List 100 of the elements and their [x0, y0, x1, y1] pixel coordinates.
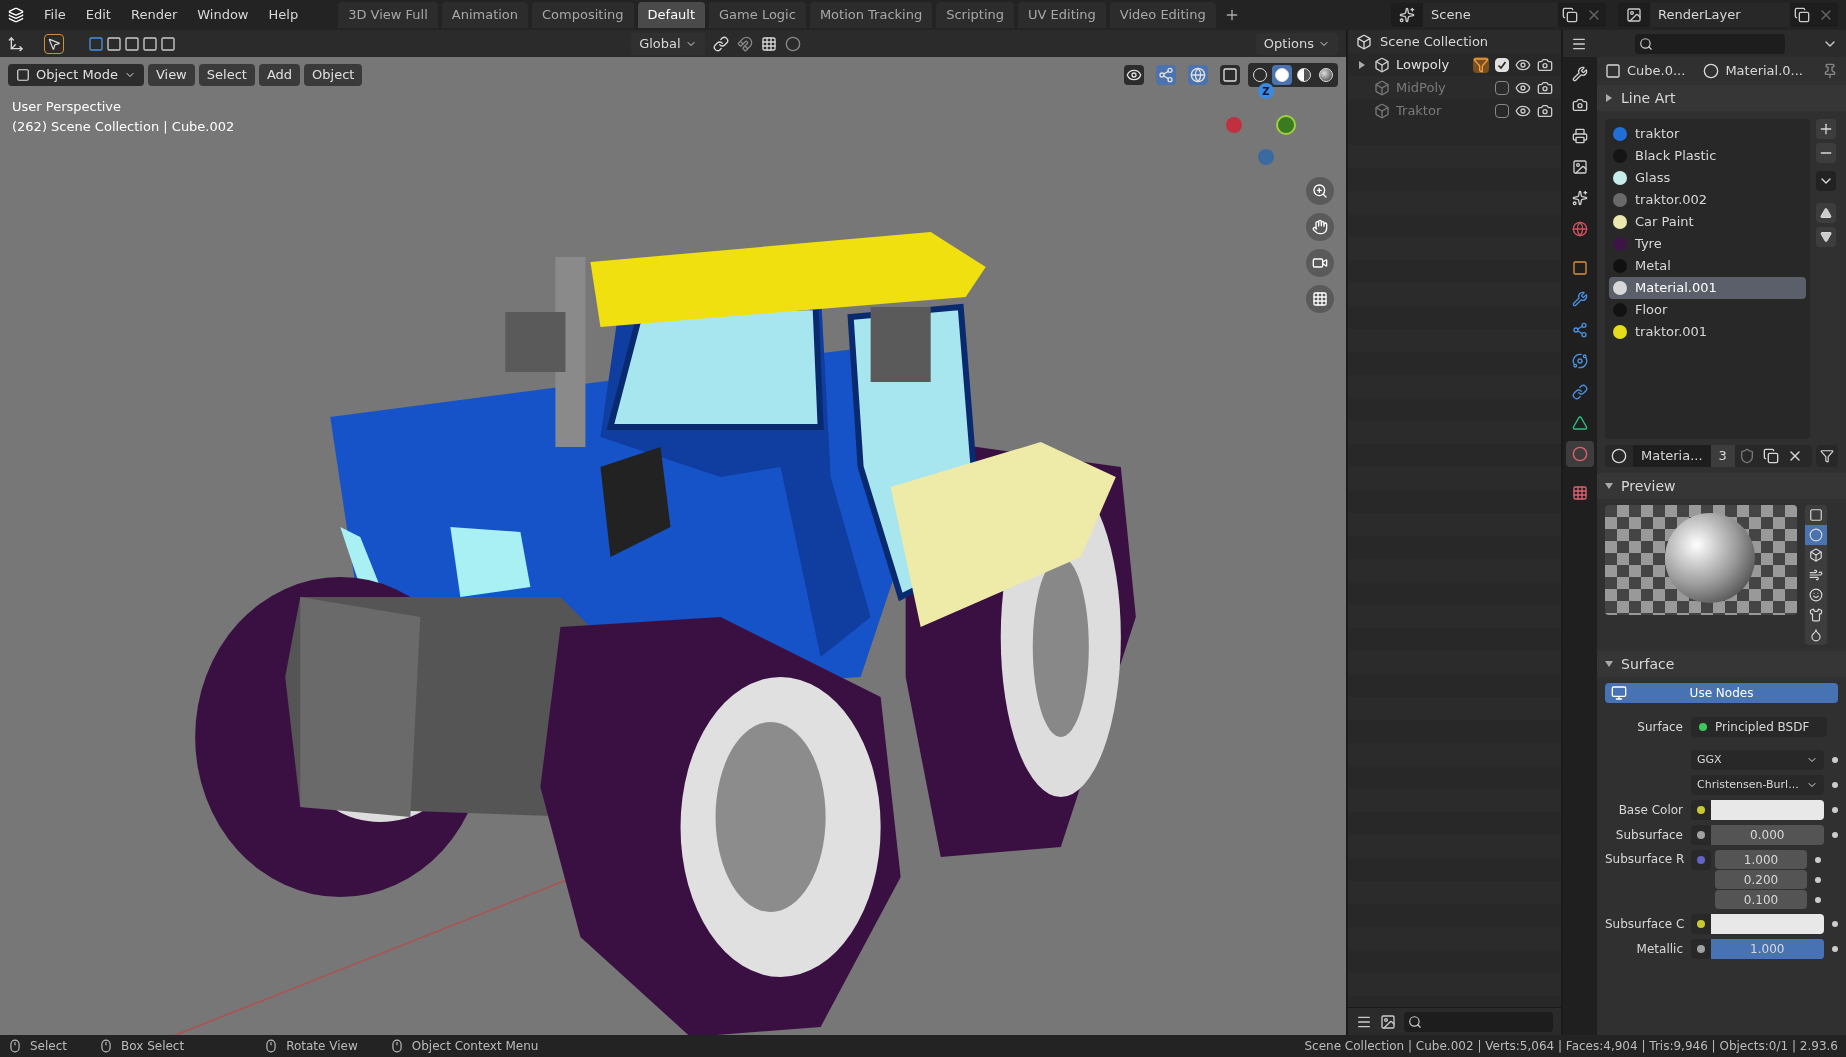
add-icon[interactable] [1816, 119, 1836, 139]
dropdown[interactable]: GGX [1691, 750, 1824, 770]
options-dropdown[interactable]: Options [1255, 32, 1338, 55]
y-axis-gizmo[interactable] [1276, 115, 1296, 135]
exclude-checkbox[interactable] [1495, 103, 1509, 118]
collection-name[interactable]: Scene Collection [1380, 31, 1489, 52]
material-item[interactable]: traktor [1609, 123, 1806, 145]
navigation-button[interactable] [1306, 213, 1334, 241]
material-item[interactable]: Material.001 [1609, 277, 1806, 299]
workspace-tab[interactable]: Game Logic [709, 2, 806, 28]
transform-icon[interactable] [8, 35, 24, 52]
material-item[interactable]: traktor.002 [1609, 189, 1806, 211]
navigation-button[interactable] [1306, 285, 1334, 313]
disclosure-icon[interactable] [1358, 60, 1366, 69]
camera-icon[interactable] [1537, 102, 1553, 119]
caret-icon[interactable] [1816, 171, 1836, 191]
material-item[interactable]: Metal [1609, 255, 1806, 277]
workspace-tab[interactable]: Default [637, 2, 706, 28]
move-up-icon[interactable] [1816, 203, 1836, 223]
material-name: Material.0... [1725, 62, 1803, 81]
color-swatch[interactable] [1710, 914, 1824, 934]
view-menu-item[interactable]: Object [304, 64, 363, 86]
view-menu-item[interactable]: Select [198, 64, 255, 86]
menu-item[interactable]: Window [189, 3, 257, 27]
select-tool-icon[interactable] [44, 33, 64, 54]
xray-icon[interactable] [1220, 65, 1240, 85]
panel-header[interactable]: Line Art [1597, 85, 1846, 111]
workspace-tab[interactable]: Compositing [532, 2, 634, 28]
menu-item[interactable]: File [36, 3, 74, 27]
view-menu-item[interactable]: View [147, 64, 195, 86]
material-item[interactable]: Car Paint [1609, 211, 1806, 233]
exclude-checkbox[interactable] [1495, 80, 1509, 95]
scene-selector[interactable]: Scene [1391, 3, 1606, 27]
remove-icon[interactable] [1816, 143, 1836, 163]
workspace-tab[interactable]: Scripting [936, 2, 1014, 28]
material-item[interactable]: Black Plastic [1609, 145, 1806, 167]
workspace-tab[interactable]: 3D View Full [338, 2, 438, 28]
material-item[interactable]: traktor.001 [1609, 321, 1806, 343]
select-mode-icon[interactable] [124, 35, 140, 52]
search-field[interactable] [1635, 33, 1785, 54]
move-down-icon[interactable] [1816, 227, 1836, 247]
workspace-tab[interactable]: Motion Tracking [809, 2, 933, 28]
material-item[interactable]: Tyre [1609, 233, 1806, 255]
visibility-icon[interactable] [1124, 65, 1144, 85]
fake-user-icon[interactable] [1738, 448, 1755, 464]
shader-field[interactable]: Principled BSDF [1691, 717, 1827, 737]
disclosure-icon[interactable] [1605, 94, 1613, 102]
snap-target-icon[interactable] [760, 35, 777, 52]
filter-icon[interactable] [1816, 445, 1838, 467]
duplicate-icon[interactable] [1762, 448, 1779, 464]
panel-header[interactable]: Preview [1597, 473, 1846, 499]
number-field[interactable]: 0.000 [1710, 825, 1824, 845]
use-nodes-button[interactable]: Use Nodes [1605, 683, 1838, 703]
menu-item[interactable]: Help [260, 3, 307, 27]
z-axis-gizmo[interactable]: Z [1258, 83, 1274, 99]
proportional-icon[interactable] [784, 35, 801, 52]
navigation-button[interactable] [1306, 249, 1334, 277]
shading-mode-button[interactable] [1272, 65, 1292, 85]
face-icon [1809, 588, 1823, 602]
menu-item[interactable]: Render [122, 3, 186, 27]
workspace-tab[interactable]: Video Editing [1109, 2, 1216, 28]
select-mode-icon[interactable] [142, 35, 158, 52]
collection-icon [1374, 56, 1390, 73]
material-item[interactable]: Floor [1609, 299, 1806, 321]
status-hint: Select [30, 1038, 68, 1055]
user-count: 3 [1710, 445, 1735, 467]
search-field[interactable] [1404, 1011, 1553, 1032]
menu-item[interactable]: Edit [77, 3, 119, 27]
select-mode-icon[interactable] [160, 35, 176, 52]
navigation-button[interactable] [1306, 177, 1334, 205]
select-mode-icon[interactable] [88, 35, 104, 52]
disclosure-icon[interactable] [1605, 482, 1613, 490]
mode-dropdown[interactable]: Object Mode [8, 64, 144, 86]
workspace-tab[interactable]: Animation [441, 2, 529, 28]
copy-icon[interactable] [1562, 7, 1578, 23]
search-icon [1639, 36, 1653, 51]
pin-icon[interactable] [1822, 63, 1838, 79]
select-mode-icon[interactable] [106, 35, 122, 52]
color-swatch[interactable] [1710, 800, 1824, 820]
orientation-dropdown[interactable]: Global [631, 32, 705, 55]
snap-icon[interactable] [736, 35, 753, 52]
view-name: User Perspective [12, 98, 123, 116]
collection-name[interactable]: Lowpoly [1396, 54, 1467, 75]
material-slot-field[interactable]: Materia... 3 [1605, 445, 1812, 467]
pivot-icon[interactable] [712, 35, 729, 52]
panel-header[interactable]: Surface [1597, 651, 1846, 677]
copy-icon[interactable] [1794, 7, 1810, 23]
camera-icon[interactable] [1537, 56, 1553, 73]
preview-shape-button[interactable] [1805, 525, 1827, 545]
display-mode-icon[interactable] [1380, 1013, 1396, 1030]
number-field[interactable]: 0.100 [1715, 890, 1807, 909]
view-layer-selector[interactable]: RenderLayer [1618, 3, 1838, 27]
camera-icon[interactable] [1537, 79, 1553, 96]
view-menu-item[interactable]: Add [258, 64, 301, 86]
material-item[interactable]: Glass [1609, 167, 1806, 189]
number-field[interactable]: 0.200 [1715, 870, 1807, 889]
disclosure-icon[interactable] [1605, 660, 1613, 668]
dropdown[interactable]: Christensen-Burl... [1691, 775, 1824, 795]
workspace-tab[interactable]: UV Editing [1018, 2, 1106, 28]
number-field[interactable]: 1.000 [1715, 850, 1807, 869]
